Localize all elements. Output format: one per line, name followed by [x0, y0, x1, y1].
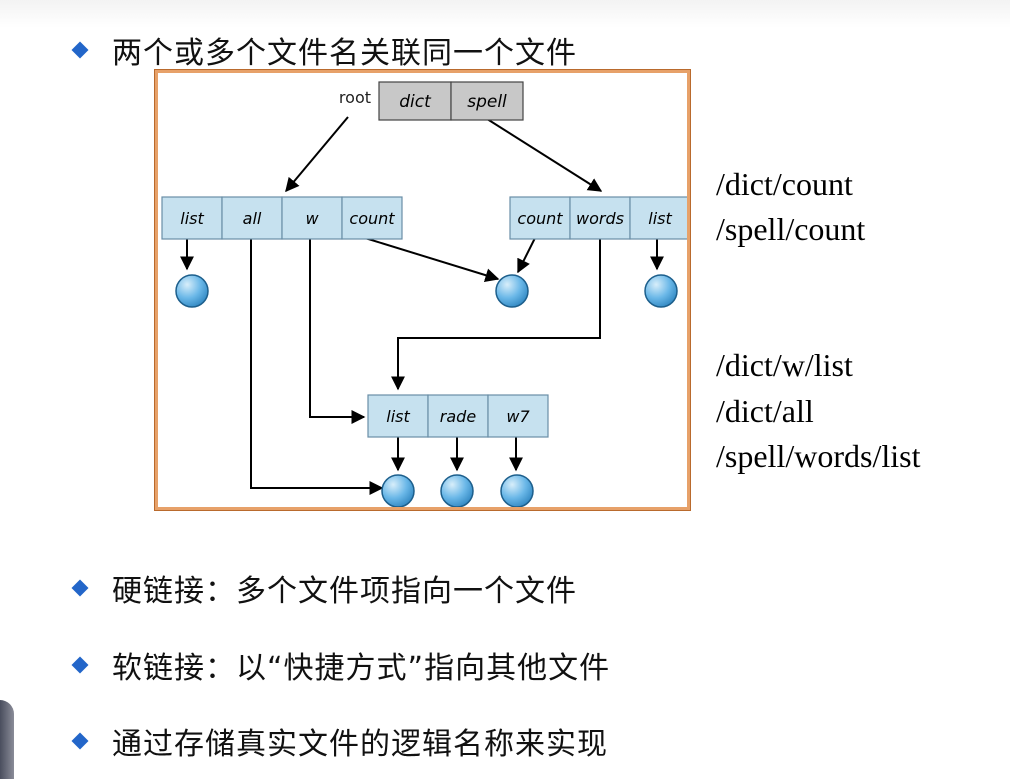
root-entry-spell: spell: [467, 92, 507, 112]
bullet-hard-link-text: 硬链接：多个文件项指向一个文件: [112, 574, 577, 609]
directory-graph-svg: root dict spell list all w count count w…: [161, 81, 687, 507]
spell-entry-list: list: [648, 209, 672, 228]
w-entry-w7: w7: [506, 407, 530, 426]
path-note-spell-words-list: /spell/words/list: [716, 438, 921, 474]
edge-spell-to-dir: [483, 116, 603, 192]
bullet-diamond-icon: [71, 579, 89, 597]
edge-dict-all-to-file: [250, 234, 384, 495]
bullet-implementation-text: 通过存储真实文件的逻辑名称来实现: [112, 727, 608, 762]
file-node-w-rade: [440, 474, 474, 507]
w-directory: list rade w7: [367, 394, 549, 438]
dict-entry-w: w: [305, 209, 319, 228]
file-node-w-list: [381, 474, 415, 507]
dict-directory: list all w count: [161, 196, 403, 240]
bullet-diamond-icon: [71, 732, 89, 750]
bullet-top-text: 两个或多个文件名关联同一个文件: [112, 36, 577, 71]
spell-entry-count: count: [517, 209, 563, 228]
bullet-diamond-icon: [71, 41, 89, 59]
edge-dict-w-to-w: [309, 234, 366, 424]
file-node-w-w7: [500, 474, 534, 507]
dict-entry-count: count: [349, 209, 395, 228]
directory-graph-diagram: root dict spell list all w count count w…: [154, 69, 691, 511]
w-entry-list: list: [386, 407, 410, 426]
bullet-implementation: 通过存储真实文件的逻辑名称来实现: [71, 719, 608, 763]
edge-dict-to-dir: [285, 116, 349, 193]
path-note-dict-w-list: /dict/w/list: [716, 347, 853, 383]
path-note-spell-count: /spell/count: [716, 211, 866, 247]
file-node-dict-list: [175, 274, 209, 308]
dict-entry-all: all: [243, 209, 262, 228]
root-entry-dict: dict: [399, 92, 432, 112]
edge-spell-count-to-shared: [517, 233, 538, 274]
w-entry-rade: rade: [440, 407, 477, 426]
spell-directory: count words list: [509, 196, 687, 240]
file-node-spell-list: [644, 274, 678, 308]
edge-dict-count-to-shared: [364, 237, 500, 282]
bullet-top: 两个或多个文件名关联同一个文件: [71, 28, 577, 72]
bullet-soft-link-text: 软链接：以“快捷方式”指向其他文件: [112, 651, 611, 686]
bullet-soft-link: 软链接：以“快捷方式”指向其他文件: [71, 643, 611, 687]
path-note-dict-count: /dict/count: [716, 166, 853, 202]
root-label: root: [339, 88, 371, 107]
file-node-shared-count: [495, 274, 529, 308]
dict-entry-list: list: [180, 209, 204, 228]
root-directory: dict spell: [378, 81, 524, 121]
bullet-diamond-icon: [71, 656, 89, 674]
spell-entry-words: words: [576, 209, 624, 228]
presenter-figure-corner: [0, 700, 14, 779]
bullet-hard-link: 硬链接：多个文件项指向一个文件: [71, 566, 577, 610]
path-note-dict-all: /dict/all: [716, 393, 814, 429]
